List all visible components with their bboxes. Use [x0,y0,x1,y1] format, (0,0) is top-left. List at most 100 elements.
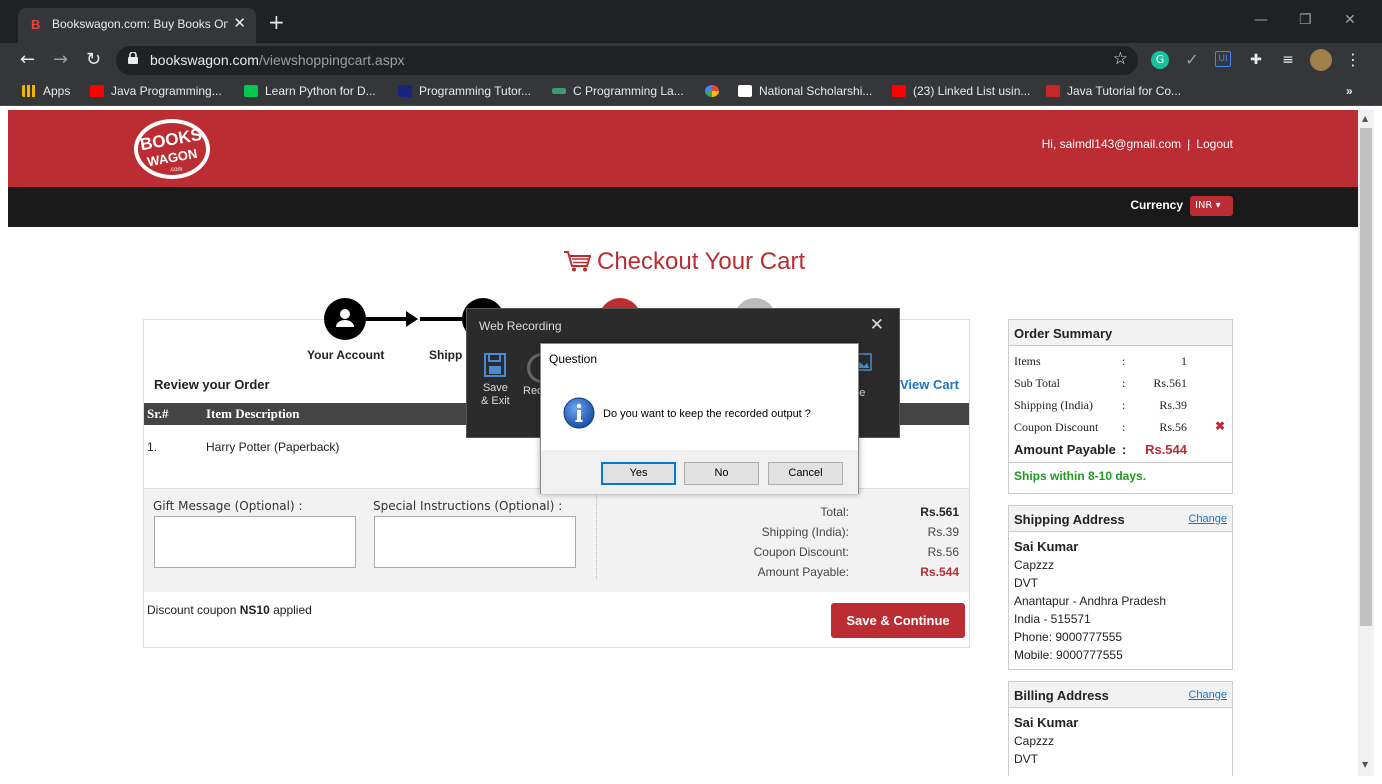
forward-icon[interactable]: → [53,49,68,70]
geeks-icon [552,88,566,94]
minimize-icon[interactable]: — [1254,12,1268,28]
coupon-code: NS10 [239,603,270,617]
save-exit-label-1: Save [482,382,508,394]
scroll-up-icon[interactable]: ▲ [1362,114,1368,123]
yes-button[interactable]: Yes [601,462,676,485]
shipping-address-heading: Shipping Address Change [1009,506,1232,532]
special-instructions-input[interactable] [374,516,576,568]
gift-message-input[interactable] [154,516,356,568]
payable-label: Amount Payable: [757,565,849,579]
total-row: Total: Rs.561 [739,505,959,525]
coupon-suffix: applied [269,603,312,617]
shipping-label: Shipping (India): [761,525,849,539]
remove-coupon-icon[interactable]: ✖ [1215,419,1225,434]
reload-icon[interactable]: ↻ [86,49,101,70]
page-title: Checkout Your Cart [563,248,805,276]
step-arrow-icon [406,311,418,327]
bookmark-learn-python[interactable]: Learn Python for D... [244,84,376,98]
summary-row-subtotal: Sub Total: Rs.561 [1014,376,1187,390]
billing-address-panel: Billing Address Change Sai Kumar Capzzz D… [1008,681,1233,776]
ships-within-note: Ships within 8-10 days. [1009,462,1232,488]
row-sr: 1. [147,440,158,454]
new-tab-icon[interactable]: + [268,12,285,32]
profile-avatar[interactable] [1310,49,1332,71]
bookmark-apps[interactable]: Apps [22,84,70,98]
close-window-icon[interactable]: ✕ [1344,12,1356,28]
bookswagon-logo[interactable]: BOOKS WAGON .com [132,118,212,180]
extensions-puzzle-icon[interactable]: ✚ [1247,51,1265,69]
address-line: Capzzz [1014,558,1055,572]
order-summary-panel: Order Summary Items:1 Sub Total: Rs.561 S… [1008,319,1233,494]
bookswagon-favicon-icon: B [31,17,41,32]
review-order-heading: Review your Order [154,377,270,392]
grammarly-icon[interactable]: G [1151,51,1169,69]
browser-menu-icon[interactable]: ⋮ [1344,51,1362,69]
checkmark-extension-icon[interactable]: ✓ [1183,51,1201,69]
save-exit-button[interactable]: Save & Exit [481,352,510,408]
summary-row-shipping: Shipping (India): Rs.39 [1014,398,1187,412]
restore-icon[interactable]: ❐ [1299,12,1312,28]
dialog-message: Do you want to keep the recorded output … [603,408,811,420]
summary-row-items: Items:1 [1014,354,1187,368]
greeting-text: Hi, saimdl143@gmail.com [1041,137,1182,151]
bookmark-java-programming[interactable]: Java Programming... [90,84,222,98]
cancel-button[interactable]: Cancel [768,462,843,485]
shipping-address: Sai Kumar Capzzz DVT Anantapur - Andhra … [1009,532,1232,668]
browser-tab[interactable]: B Bookswagon.com: Buy Books Online ✕ [18,8,256,43]
no-button[interactable]: No [684,462,759,485]
browser-nav-bar: ← → ↻ bookswagon.com/viewshoppingcart.as… [0,43,1382,78]
col-sr: Sr.# [147,406,169,421]
back-icon[interactable]: ← [20,49,35,70]
close-recording-icon[interactable]: ✕ [870,315,884,335]
coupon-prefix: Discount coupon [147,603,240,617]
order-totals: Total: Rs.561 Shipping (India): Rs.39 Coup… [739,505,959,585]
billing-address: Sai Kumar Capzzz DVT [1009,708,1232,772]
step-label-account: Your Account [307,348,385,362]
step-label-shipping: Shipp [429,348,463,362]
bookmark-pinwheel[interactable] [705,84,726,98]
ui-extension-icon[interactable]: UI [1215,51,1231,67]
bookmark-star-icon[interactable]: ☆ [1113,49,1128,69]
bookmark-programming-tutor[interactable]: Programming Tutor... [398,84,531,98]
site-header: BOOKS WAGON .com Hi, saimdl143@gmail.com… [8,110,1358,187]
logout-link[interactable]: Logout [1196,137,1233,151]
url-text: bookswagon.com/viewshoppingcart.aspx [150,52,405,68]
page-scrollbar[interactable]: ▲ ▼ [1358,110,1374,776]
shipping-value: Rs.39 [927,525,959,539]
bookmark-java-tutorial[interactable]: Java Tutorial for Co... [1046,84,1181,98]
summary-row-coupon: Coupon Discount: Rs.56 ✖ [1014,419,1225,434]
udemy-icon [1046,85,1060,97]
logo-text-com: .com [169,167,182,173]
bookmark-c-programming[interactable]: C Programming La... [552,84,684,98]
scroll-down-icon[interactable]: ▼ [1362,760,1368,769]
reading-list-icon[interactable]: ≡ [1279,51,1297,69]
address-bar[interactable]: bookswagon.com/viewshoppingcart.aspx ☆ [116,46,1138,75]
coupon-applied-note: Discount coupon NS10 applied [147,603,312,617]
dialog-button-bar: Yes No Cancel [541,450,858,494]
more-bookmarks-icon[interactable]: » [1346,84,1353,98]
bookmark-national-scholarship[interactable]: National Scholarshi... [738,84,872,98]
user-icon [336,309,354,327]
row-item-description: Harry Potter (Paperback) [206,440,340,454]
info-icon [563,397,595,429]
billing-address-heading: Billing Address Change [1009,682,1232,708]
view-cart-link[interactable]: View Cart [900,377,959,392]
change-shipping-link[interactable]: Change [1188,513,1227,525]
question-dialog: Question Do you want to keep the recorde… [540,343,859,494]
dropdown-caret-icon: ▾ [1215,200,1221,211]
save-continue-button[interactable]: Save & Continue [831,603,965,638]
bookmark-linked-list[interactable]: (23) Linked List usin... [892,84,1030,98]
checkout-title-text: Checkout Your Cart [597,248,806,275]
change-billing-link[interactable]: Change [1188,689,1227,701]
currency-select[interactable]: INR ▾ [1190,196,1233,216]
step-account-circle [324,298,366,340]
address-line: Phone: 9000777555 [1014,630,1123,644]
address-line: Anantapur - Andhra Pradesh [1014,594,1167,608]
billing-name: Sai Kumar [1014,715,1079,730]
close-tab-icon[interactable]: ✕ [233,14,246,32]
youtube-icon [892,85,906,97]
step-connector [420,317,462,321]
scrollbar-thumb[interactable] [1360,128,1372,626]
floppy-disk-icon [484,353,507,377]
col-item-description: Item Description [206,406,300,421]
